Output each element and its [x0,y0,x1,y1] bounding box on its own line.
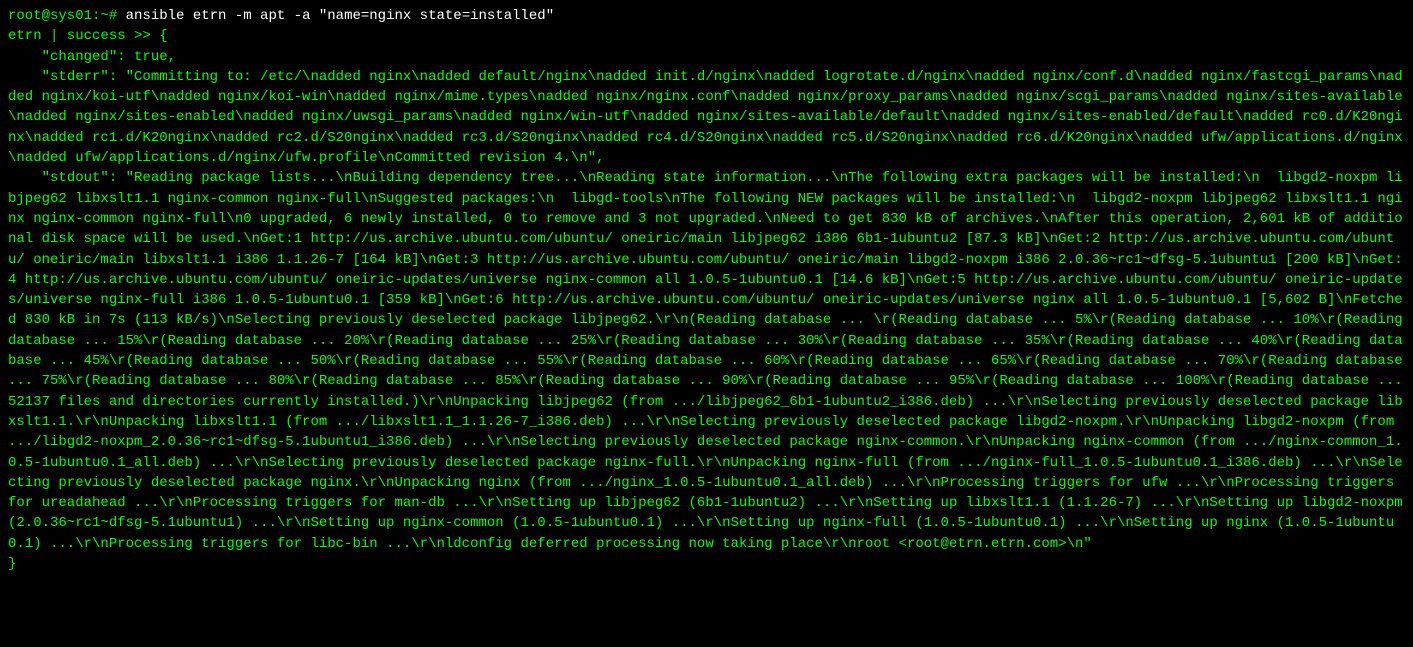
output-line-5: } [8,556,16,572]
output-line-4: "stdout": "Reading package lists...\nBui… [8,170,1411,551]
prompt-path: :~# [92,8,117,24]
output-line-1: etrn | success >> { [8,28,168,44]
terminal-window[interactable]: root@sys01:~# ansible etrn -m apt -a "na… [8,6,1405,574]
command-text: ansible etrn -m apt -a "name=nginx state… [117,8,554,24]
output-line-3: "stderr": "Committing to: /etc/\nadded n… [8,69,1403,166]
output-line-2: "changed": true, [8,49,176,65]
prompt-user-host: root@sys01 [8,8,92,24]
